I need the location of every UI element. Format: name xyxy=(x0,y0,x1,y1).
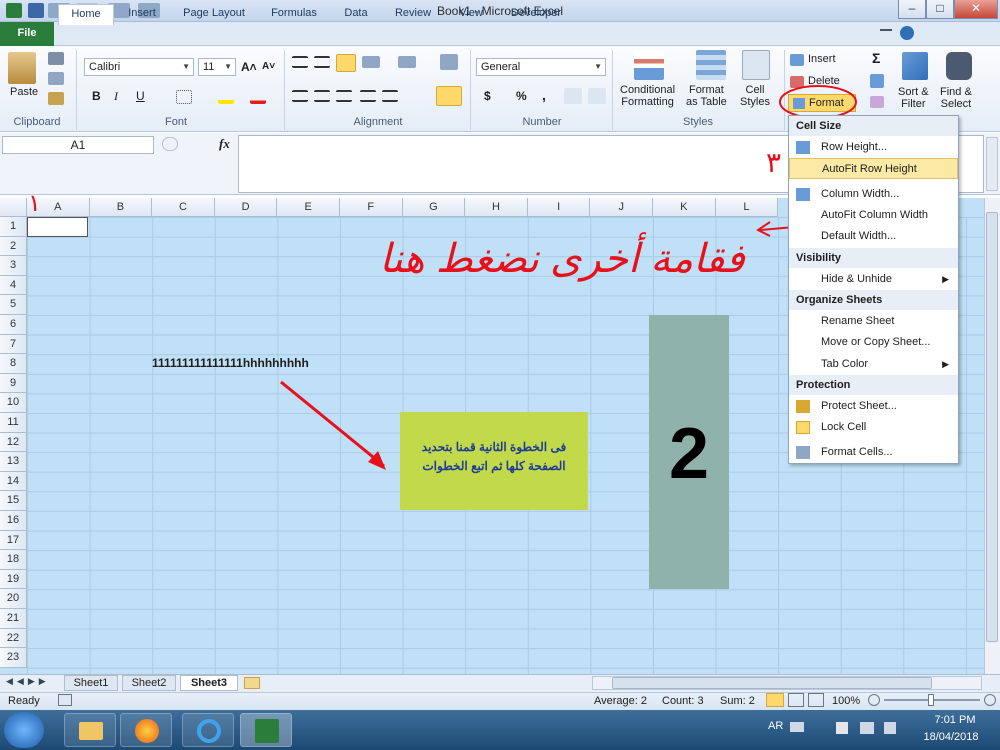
menu-hide-unhide[interactable]: Hide & Unhide ▶ xyxy=(789,269,958,290)
keyboard-icon[interactable] xyxy=(790,722,804,732)
format-dropdown-menu: Cell Size Row Height... AutoFit Row Heig… xyxy=(788,115,959,464)
format-circle-annotation xyxy=(779,85,857,119)
status-average: Average: 2 xyxy=(594,695,648,707)
step-one-annotation: ١ xyxy=(28,190,41,217)
menu-item-label: Tab Color xyxy=(821,358,869,370)
menu-header-protection: Protection xyxy=(789,375,958,395)
format-cells-icon xyxy=(796,446,810,459)
submenu-arrow-icon: ▶ xyxy=(942,274,949,284)
zoom-slider-thumb[interactable] xyxy=(928,694,934,706)
zoom-out-icon[interactable] xyxy=(868,694,880,706)
start-button[interactable] xyxy=(4,712,44,748)
sheet-nav-arrows-icon[interactable]: ◀◀▶▶ xyxy=(6,676,50,687)
lock-icon xyxy=(796,421,810,434)
menu-item-label: Lock Cell xyxy=(821,421,867,433)
clock-date[interactable]: 18/04/2018 xyxy=(912,731,990,743)
row-height-icon xyxy=(796,141,810,154)
menu-column-width[interactable]: Column Width... xyxy=(789,184,958,205)
menu-item-label: Row Height... xyxy=(821,141,888,153)
menu-tab-color[interactable]: Tab Color ▶ xyxy=(789,354,958,375)
menu-header-visibility: Visibility xyxy=(789,248,958,268)
clock-time[interactable]: 7:01 PM xyxy=(920,714,990,726)
language-indicator[interactable]: AR xyxy=(768,720,783,732)
explorer-taskbar-button[interactable] xyxy=(64,713,116,747)
status-count: Count: 3 xyxy=(662,695,704,707)
horizontal-scroll-thumb[interactable] xyxy=(612,677,932,689)
column-width-icon xyxy=(796,188,810,201)
menu-move-copy-sheet[interactable]: Move or Copy Sheet... xyxy=(789,332,958,353)
step-three-annotation: ٣ xyxy=(766,147,782,178)
menu-header-cell-size: Cell Size xyxy=(789,116,958,136)
network-icon[interactable] xyxy=(860,722,874,734)
sheet-tab-3[interactable]: Sheet3 xyxy=(180,675,238,691)
status-sum: Sum: 2 xyxy=(720,695,755,707)
arrow-line xyxy=(280,380,385,468)
handwritten-annotation: فقامة أخرى نضغط هنا xyxy=(379,237,745,281)
flag-icon[interactable] xyxy=(836,722,848,734)
insert-sheet-icon[interactable] xyxy=(244,677,260,689)
submenu-arrow-icon: ▶ xyxy=(942,359,949,369)
menu-item-label: AutoFit Row Height xyxy=(822,163,917,175)
menu-item-label: Move or Copy Sheet... xyxy=(821,336,931,348)
menu-header-organize: Organize Sheets xyxy=(789,290,958,310)
menu-item-label: Default Width... xyxy=(821,230,897,242)
menu-item-label: Column Width... xyxy=(821,188,900,200)
protect-sheet-icon xyxy=(796,400,810,413)
page-layout-view-icon[interactable] xyxy=(788,693,804,707)
menu-protect-sheet[interactable]: Protect Sheet... xyxy=(789,396,958,417)
ie-taskbar-button[interactable] xyxy=(182,713,234,747)
menu-item-label: AutoFit Column Width xyxy=(821,209,928,221)
excel-taskbar-button[interactable] xyxy=(240,713,292,747)
menu-autofit-row-height[interactable]: AutoFit Row Height xyxy=(789,158,958,179)
volume-icon[interactable] xyxy=(884,722,896,734)
menu-autofit-column-width[interactable]: AutoFit Column Width xyxy=(789,205,958,226)
firefox-taskbar-button[interactable] xyxy=(120,713,172,747)
internet-explorer-icon xyxy=(197,719,221,743)
menu-lock-cell[interactable]: Lock Cell xyxy=(789,417,958,438)
sheet-tab-2[interactable]: Sheet2 xyxy=(122,675,176,691)
normal-view-icon[interactable] xyxy=(766,693,784,707)
menu-default-width[interactable]: Default Width... xyxy=(789,226,958,247)
zoom-in-icon[interactable] xyxy=(984,694,996,706)
page-break-view-icon[interactable] xyxy=(808,693,824,707)
folder-icon xyxy=(79,722,103,740)
zoom-level[interactable]: 100% xyxy=(832,695,860,707)
menu-item-label: Protect Sheet... xyxy=(821,400,897,412)
macro-record-icon[interactable] xyxy=(58,694,72,706)
menu-rename-sheet[interactable]: Rename Sheet xyxy=(789,311,958,332)
excel-icon xyxy=(255,719,279,743)
menu-item-label: Hide & Unhide xyxy=(821,273,892,285)
sheet-tab-1[interactable]: Sheet1 xyxy=(64,675,118,691)
firefox-icon xyxy=(135,719,159,743)
status-ready: Ready xyxy=(8,695,40,707)
menu-item-label: Format Cells... xyxy=(821,446,893,458)
menu-row-height[interactable]: Row Height... xyxy=(789,137,958,158)
menu-item-label: Rename Sheet xyxy=(821,315,895,327)
menu-format-cells[interactable]: Format Cells... xyxy=(789,442,958,463)
